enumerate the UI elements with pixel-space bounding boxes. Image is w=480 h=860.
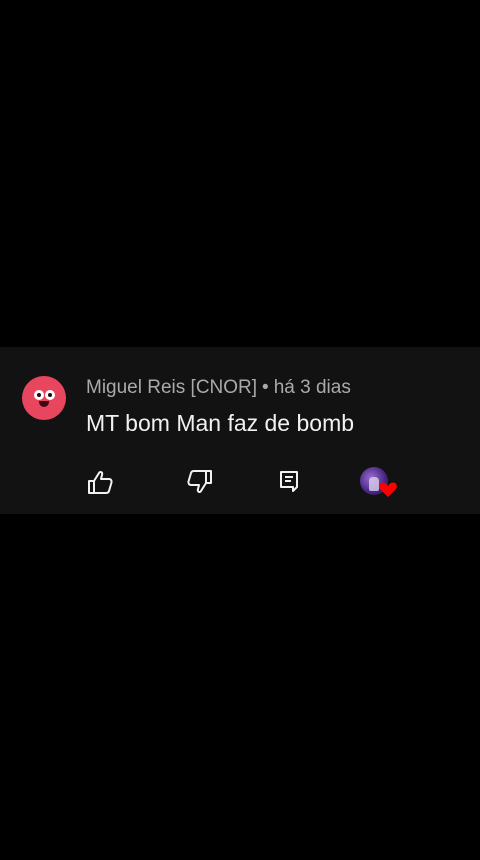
comment-meta: Miguel Reis [CNOR] • há 3 dias xyxy=(86,377,351,399)
comment-time: há 3 dias xyxy=(273,377,351,398)
avatar[interactable] xyxy=(22,376,66,420)
comment-card: Miguel Reis [CNOR] • há 3 dias MT bom Man … xyxy=(0,347,480,514)
avatar-eye-left xyxy=(34,390,44,400)
meta-separator: • xyxy=(262,377,269,398)
creator-heart[interactable] xyxy=(360,467,398,499)
thumbs-down-icon xyxy=(187,470,212,494)
avatar-mouth xyxy=(39,401,49,407)
thumbs-up-icon xyxy=(88,470,113,494)
avatar-eye-right xyxy=(45,390,55,400)
dislike-button[interactable] xyxy=(185,467,215,497)
reply-button[interactable] xyxy=(274,467,304,497)
author-name[interactable]: Miguel Reis [CNOR] xyxy=(86,377,257,398)
creator-heart-icon xyxy=(379,482,397,497)
screen: Miguel Reis [CNOR] • há 3 dias MT bom Man … xyxy=(0,0,480,860)
comment-text: MT bom Man faz de bomb xyxy=(86,410,355,436)
like-button[interactable] xyxy=(85,467,115,497)
reply-comment-icon xyxy=(280,471,298,492)
